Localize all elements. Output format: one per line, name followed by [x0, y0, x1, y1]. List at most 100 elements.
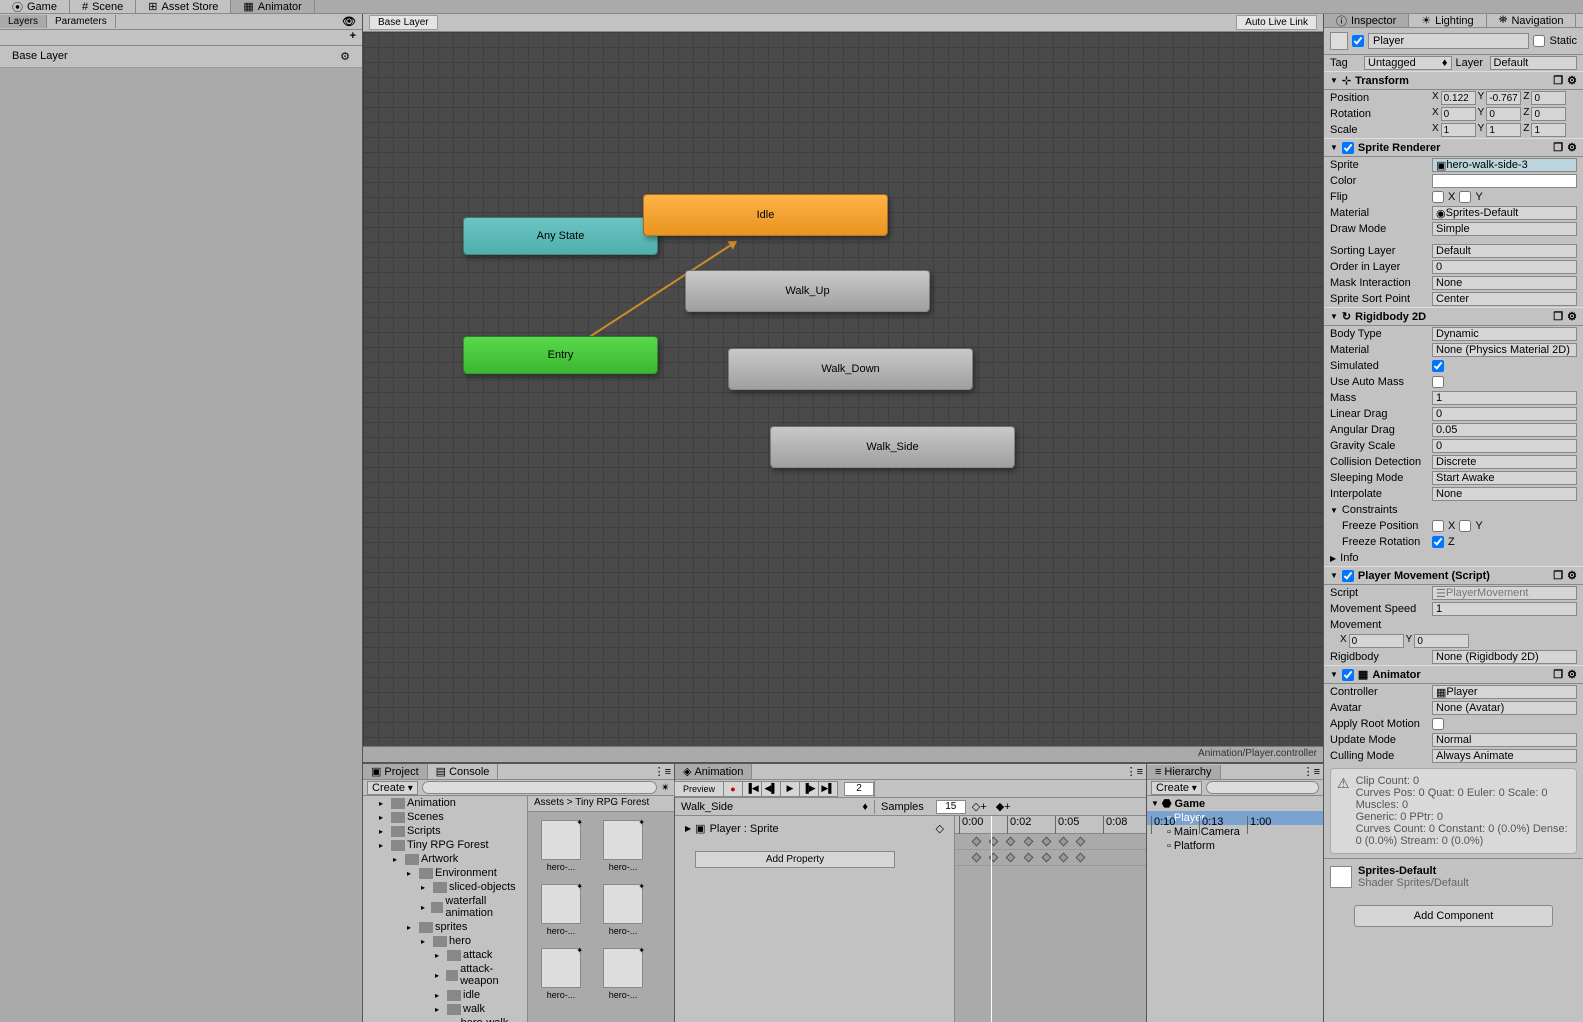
freeze-pos-x[interactable] [1432, 520, 1444, 532]
tab-game[interactable]: ⦿Game [0, 0, 70, 13]
linear-drag-field[interactable]: 0 [1432, 407, 1577, 421]
record-button[interactable]: ● [723, 781, 743, 797]
color-field[interactable] [1432, 174, 1577, 188]
gear-icon[interactable]: ⚙ [1567, 668, 1577, 681]
hierarchy-search[interactable] [1206, 781, 1319, 794]
scale-y[interactable] [1486, 123, 1521, 137]
play-button[interactable]: ▶ [780, 781, 800, 797]
mask-dropdown[interactable]: None [1432, 276, 1577, 290]
mass-field[interactable]: 1 [1432, 391, 1577, 405]
node-walk-side[interactable]: Walk_Side [770, 426, 1015, 468]
asset-item[interactable]: hero-... [598, 884, 648, 936]
node-entry[interactable]: Entry [463, 336, 658, 374]
auto-mass-checkbox[interactable] [1432, 376, 1444, 388]
gravity-field[interactable]: 0 [1432, 439, 1577, 453]
timeline[interactable]: 0:000:020:050:080:100:131:00 [955, 816, 1146, 1022]
project-search[interactable] [422, 781, 657, 794]
help-icon[interactable]: ❐ [1553, 141, 1563, 154]
auto-live-link-toggle[interactable]: Auto Live Link [1236, 15, 1317, 30]
constraints-label[interactable]: Constraints [1342, 504, 1398, 516]
gameobject-icon[interactable] [1330, 32, 1348, 50]
add-layer-button[interactable]: + [344, 30, 362, 45]
panel-menu-icon[interactable]: ⋮≡ [651, 765, 674, 778]
material-preview[interactable]: Sprites-Default Shader Sprites/Default [1324, 858, 1583, 895]
node-any-state[interactable]: Any State [463, 217, 658, 255]
next-key-button[interactable]: ▐▶ [799, 781, 819, 797]
tab-animation[interactable]: ◈Animation [675, 764, 752, 779]
tree-item[interactable]: ▸waterfall animation [363, 894, 527, 920]
movement-x[interactable] [1349, 634, 1404, 648]
update-mode-dropdown[interactable]: Normal [1432, 733, 1577, 747]
breadcrumb[interactable]: Base Layer [369, 15, 438, 30]
tree-item[interactable]: hero-walk-bac [363, 1016, 527, 1022]
movement-y[interactable] [1414, 634, 1469, 648]
angular-drag-field[interactable]: 0.05 [1432, 423, 1577, 437]
order-field[interactable]: 0 [1432, 260, 1577, 274]
tree-item[interactable]: ▸sprites [363, 920, 527, 934]
help-icon[interactable]: ❐ [1553, 310, 1563, 323]
gear-icon[interactable]: ⚙ [1567, 310, 1577, 323]
sorting-layer-dropdown[interactable]: Default [1432, 244, 1577, 258]
tab-parameters[interactable]: Parameters [47, 15, 116, 28]
rot-y[interactable] [1486, 107, 1521, 121]
tree-item[interactable]: ▸Scenes [363, 810, 527, 824]
rb-info-label[interactable]: Info [1340, 552, 1358, 564]
transform-header[interactable]: ▼⊹Transform❐⚙ [1324, 71, 1583, 90]
keyframe[interactable] [1059, 853, 1069, 863]
node-walk-up[interactable]: Walk_Up [685, 270, 930, 312]
keyframe[interactable] [1059, 837, 1069, 847]
rot-z[interactable] [1531, 107, 1566, 121]
scene-row[interactable]: ▼⬣Game [1147, 796, 1323, 811]
freeze-pos-y[interactable] [1459, 520, 1471, 532]
rigidbody-header[interactable]: ▼↻Rigidbody 2D❐⚙ [1324, 307, 1583, 326]
frame-field[interactable] [844, 782, 874, 796]
tree-item[interactable]: ▸Tiny RPG Forest [363, 838, 527, 852]
tree-item[interactable]: ▸Animation [363, 796, 527, 810]
animator-comp-header[interactable]: ▼▦Animator❐⚙ [1324, 665, 1583, 684]
tab-asset-store[interactable]: ⊞Asset Store [136, 0, 231, 13]
add-keyframe-icon[interactable]: ◇+ [966, 800, 993, 813]
tree-item[interactable]: ▸attack-weapon [363, 962, 527, 988]
keyframe[interactable] [972, 853, 982, 863]
body-type-dropdown[interactable]: Dynamic [1432, 327, 1577, 341]
sr-material-field[interactable]: ◉Sprites-Default [1432, 206, 1577, 220]
root-motion-checkbox[interactable] [1432, 718, 1444, 730]
speed-field[interactable]: 1 [1432, 602, 1577, 616]
filter-icon[interactable]: ✴ [661, 781, 670, 794]
add-event-icon[interactable]: ◆+ [993, 800, 1014, 813]
sprite-field[interactable]: ▣hero-walk-side-3 [1432, 158, 1577, 172]
keyframe[interactable] [1024, 853, 1034, 863]
tree-item[interactable]: ▸idle [363, 988, 527, 1002]
keyframe[interactable] [1042, 837, 1052, 847]
tree-item[interactable]: ▸walk [363, 1002, 527, 1016]
scale-x[interactable] [1441, 123, 1476, 137]
simulated-checkbox[interactable] [1432, 360, 1444, 372]
prev-key-button[interactable]: ◀▌ [761, 781, 781, 797]
tab-animator[interactable]: ▦Animator [231, 0, 314, 13]
property-row[interactable]: ▶ ▣ Player : Sprite ◇ [675, 816, 954, 841]
tab-hierarchy[interactable]: ≡Hierarchy [1147, 765, 1221, 779]
asset-item[interactable]: hero-... [598, 948, 648, 1000]
asset-item[interactable]: hero-... [536, 820, 586, 872]
draw-mode-dropdown[interactable]: Simple [1432, 222, 1577, 236]
rot-x[interactable] [1441, 107, 1476, 121]
flip-x[interactable] [1432, 191, 1444, 203]
pos-z[interactable] [1531, 91, 1566, 105]
animator-enable[interactable] [1342, 669, 1354, 681]
gear-icon[interactable]: ⚙ [1567, 141, 1577, 154]
project-tree[interactable]: ▸Animation▸Scenes▸Scripts▸Tiny RPG Fores… [363, 796, 528, 1022]
collision-dropdown[interactable]: Discrete [1432, 455, 1577, 469]
active-checkbox[interactable] [1352, 35, 1364, 47]
tab-console[interactable]: ▤Console [428, 764, 499, 779]
tag-dropdown[interactable]: Untagged♦ [1364, 56, 1452, 70]
layer-base[interactable]: Base Layer ⚙ [0, 46, 362, 68]
samples-field[interactable] [936, 800, 966, 814]
node-walk-down[interactable]: Walk_Down [728, 348, 973, 390]
interpolate-dropdown[interactable]: None [1432, 487, 1577, 501]
tab-scene[interactable]: #Scene [70, 0, 136, 13]
asset-item[interactable]: hero-... [536, 884, 586, 936]
node-idle[interactable]: Idle [643, 194, 888, 236]
hierarchy-create[interactable]: Create ▾ [1151, 781, 1202, 795]
first-frame-button[interactable]: ▐◀ [742, 781, 762, 797]
avatar-field[interactable]: None (Avatar) [1432, 701, 1577, 715]
